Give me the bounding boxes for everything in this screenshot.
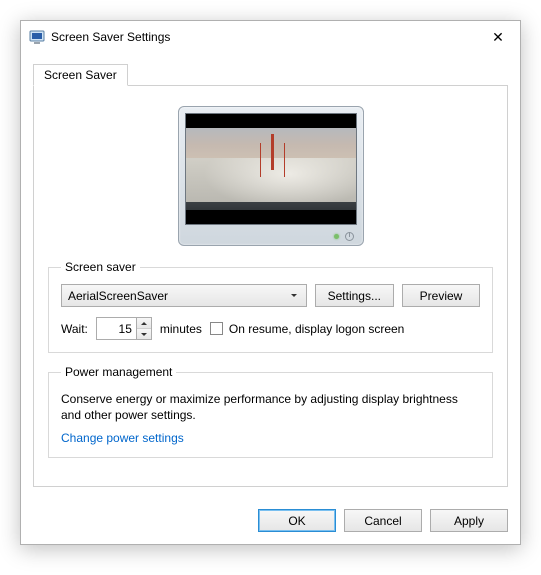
tab-panel: Screen saver AerialScreenSaver Settings.… bbox=[33, 85, 508, 487]
monitor-led-icon bbox=[334, 234, 339, 239]
power-legend: Power management bbox=[61, 365, 176, 379]
monitor-power-icon bbox=[345, 232, 354, 241]
screensaver-icon bbox=[29, 29, 45, 45]
preview-monitor bbox=[178, 106, 364, 246]
tab-screensaver[interactable]: Screen Saver bbox=[33, 64, 128, 86]
titlebar: Screen Saver Settings ✕ bbox=[21, 21, 520, 53]
chevron-up-icon bbox=[141, 322, 147, 325]
tabstrip: Screen Saver bbox=[33, 61, 508, 85]
dialog-footer: OK Cancel Apply bbox=[21, 499, 520, 544]
chevron-down-icon bbox=[286, 294, 302, 297]
preview-screen bbox=[185, 113, 357, 225]
screensaver-group: Screen saver AerialScreenSaver Settings.… bbox=[48, 260, 493, 353]
checkbox-icon bbox=[210, 322, 223, 335]
settings-button[interactable]: Settings... bbox=[315, 284, 394, 307]
wait-input[interactable] bbox=[96, 317, 136, 340]
close-button[interactable]: ✕ bbox=[478, 23, 518, 51]
window-title: Screen Saver Settings bbox=[51, 30, 478, 44]
screensaver-combobox[interactable]: AerialScreenSaver bbox=[61, 284, 307, 307]
power-group: Power management Conserve energy or maxi… bbox=[48, 365, 493, 458]
power-description: Conserve energy or maximize performance … bbox=[61, 391, 480, 423]
wait-increment[interactable] bbox=[137, 318, 151, 329]
onresume-checkbox[interactable]: On resume, display logon screen bbox=[210, 322, 404, 336]
preview-area bbox=[48, 100, 493, 260]
wait-label: Wait: bbox=[61, 322, 88, 336]
wait-units: minutes bbox=[160, 322, 202, 336]
chevron-down-icon bbox=[141, 333, 147, 336]
wait-spinner bbox=[96, 317, 152, 340]
client-area: Screen Saver bbox=[21, 53, 520, 499]
cancel-button[interactable]: Cancel bbox=[344, 509, 422, 532]
onresume-label: On resume, display logon screen bbox=[229, 322, 404, 336]
change-power-settings-link[interactable]: Change power settings bbox=[61, 431, 184, 445]
wait-decrement[interactable] bbox=[137, 329, 151, 339]
screensaver-legend: Screen saver bbox=[61, 260, 140, 274]
ok-button[interactable]: OK bbox=[258, 509, 336, 532]
apply-button[interactable]: Apply bbox=[430, 509, 508, 532]
screensaver-settings-window: Screen Saver Settings ✕ Screen Saver bbox=[20, 20, 521, 545]
close-icon: ✕ bbox=[492, 30, 504, 44]
preview-button[interactable]: Preview bbox=[402, 284, 480, 307]
screensaver-selected: AerialScreenSaver bbox=[68, 289, 286, 303]
